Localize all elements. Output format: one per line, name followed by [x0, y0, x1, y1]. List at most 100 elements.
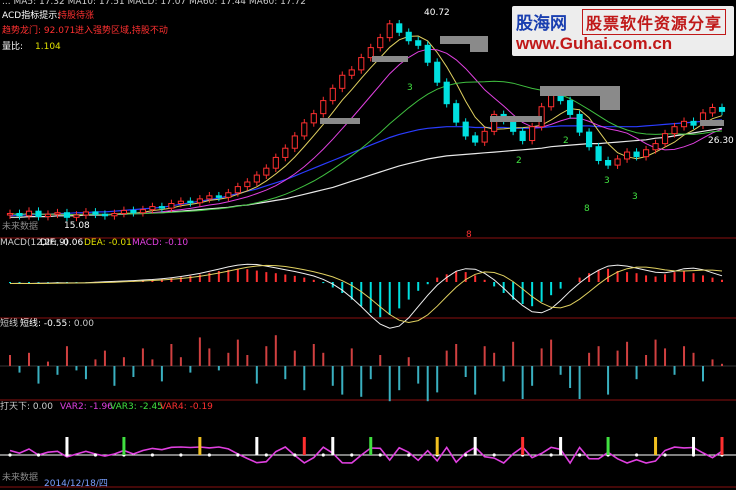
candle-body: [718, 107, 726, 112]
candle: [424, 41, 431, 67]
baseline-dot: [207, 453, 211, 457]
signal-bar: [606, 437, 610, 455]
candle: [680, 117, 688, 131]
candle-body: [358, 57, 365, 71]
candle-body: [348, 69, 355, 76]
macd-panel-plot[interactable]: [9, 263, 723, 329]
candle: [348, 66, 355, 80]
signal-bar: [720, 437, 724, 455]
right-price-label: 26.30: [708, 136, 734, 146]
candle: [196, 195, 203, 207]
candle-body: [44, 213, 52, 218]
candle-body: [529, 126, 536, 142]
baseline-dot: [378, 453, 382, 457]
candle-body: [206, 195, 213, 200]
candle: [718, 103, 726, 116]
candle: [576, 110, 583, 136]
candle: [82, 208, 90, 219]
var4-value: VAR4: -0.19: [160, 402, 213, 412]
candle-body: [63, 212, 71, 218]
candle-body: [462, 121, 469, 137]
candle-body: [120, 209, 127, 214]
candle: [272, 153, 279, 173]
candle: [187, 197, 194, 207]
baseline-dot: [293, 453, 297, 457]
baseline-dot: [93, 453, 98, 457]
candle-body: [168, 203, 175, 209]
bottom-indicator-plot[interactable]: [0, 437, 736, 465]
candle-body: [6, 212, 14, 216]
count-label: 3: [632, 192, 638, 202]
candle: [462, 118, 469, 140]
candle-body: [633, 151, 640, 158]
candle-body: [130, 209, 137, 214]
site-tagline: 股票软件资源分享: [582, 9, 727, 35]
indicator-hint-value: 持股待涨: [58, 11, 95, 21]
candle: [661, 129, 669, 148]
candle-body: [244, 181, 251, 188]
signal-bar: [559, 437, 563, 455]
baseline-dot: [350, 453, 354, 457]
baseline-dot: [634, 453, 639, 457]
candle-body: [339, 74, 346, 89]
chip-distribution-block: [372, 56, 408, 62]
candle: [63, 208, 71, 222]
signal-bar: [473, 437, 477, 455]
candle: [519, 127, 526, 145]
count-label: 3: [604, 176, 610, 186]
signal-bar: [122, 437, 126, 455]
volume-ratio-value: 1.104: [35, 42, 61, 52]
candle-body: [16, 212, 23, 217]
candle: [642, 145, 650, 161]
candle-body: [301, 122, 308, 137]
baseline-dot: [264, 453, 268, 457]
candle: [44, 210, 52, 221]
baseline-dot: [36, 453, 41, 457]
baseline-dot: [663, 453, 667, 457]
trend-gate-value: 进入强势区域,持股不动: [75, 26, 168, 36]
candle-body: [234, 186, 241, 194]
candle: [225, 188, 232, 202]
candle-body: [82, 211, 90, 216]
macd-dea: DEA: -0.01: [84, 238, 132, 248]
short-value-2: : 0.00: [68, 319, 94, 329]
candle: [339, 71, 346, 93]
trend-gate-label: 趋势龙门: 92.071: [2, 26, 76, 36]
candle-body: [329, 87, 336, 102]
candle-body: [35, 210, 42, 218]
chip-distribution-block: [700, 120, 724, 126]
candle: [149, 202, 156, 214]
candle: [586, 128, 593, 151]
baseline-dot: [236, 453, 240, 457]
candle-body: [158, 206, 165, 209]
candle: [263, 164, 270, 179]
chip-distribution-block: [320, 118, 360, 124]
ma-white-line: [10, 127, 723, 218]
baseline-dot: [150, 453, 154, 457]
candle: [699, 109, 707, 130]
high-price-label: 40.72: [424, 8, 450, 18]
candle: [358, 53, 365, 74]
baseline-dot: [8, 453, 12, 457]
short-title: 短线: [0, 319, 19, 329]
candle-body: [215, 195, 222, 198]
candle: [491, 110, 498, 136]
macd-dif: DIF: -0.06: [40, 238, 84, 248]
candle-body: [576, 113, 583, 133]
candle-body: [519, 130, 526, 142]
candle: [16, 209, 23, 220]
bottom-title: 打天下: 0.00: [0, 402, 53, 412]
short-bar-panel-plot[interactable]: [0, 335, 736, 402]
candle: [253, 171, 260, 186]
short-value: 短线: -0.55: [20, 319, 68, 329]
date-label: 2014/12/18/四: [44, 479, 108, 489]
candle-body: [595, 146, 602, 162]
low-price-label: 15.08: [64, 221, 90, 231]
candle-body: [196, 198, 203, 204]
site-watermark: 股海网 股票软件资源分享 www.Guhai.com.cn: [512, 6, 734, 56]
signal-bar: [369, 437, 373, 455]
candle-body: [434, 61, 441, 83]
candle: [709, 103, 716, 117]
signal-bar: [302, 437, 306, 455]
candle-body: [605, 160, 612, 166]
